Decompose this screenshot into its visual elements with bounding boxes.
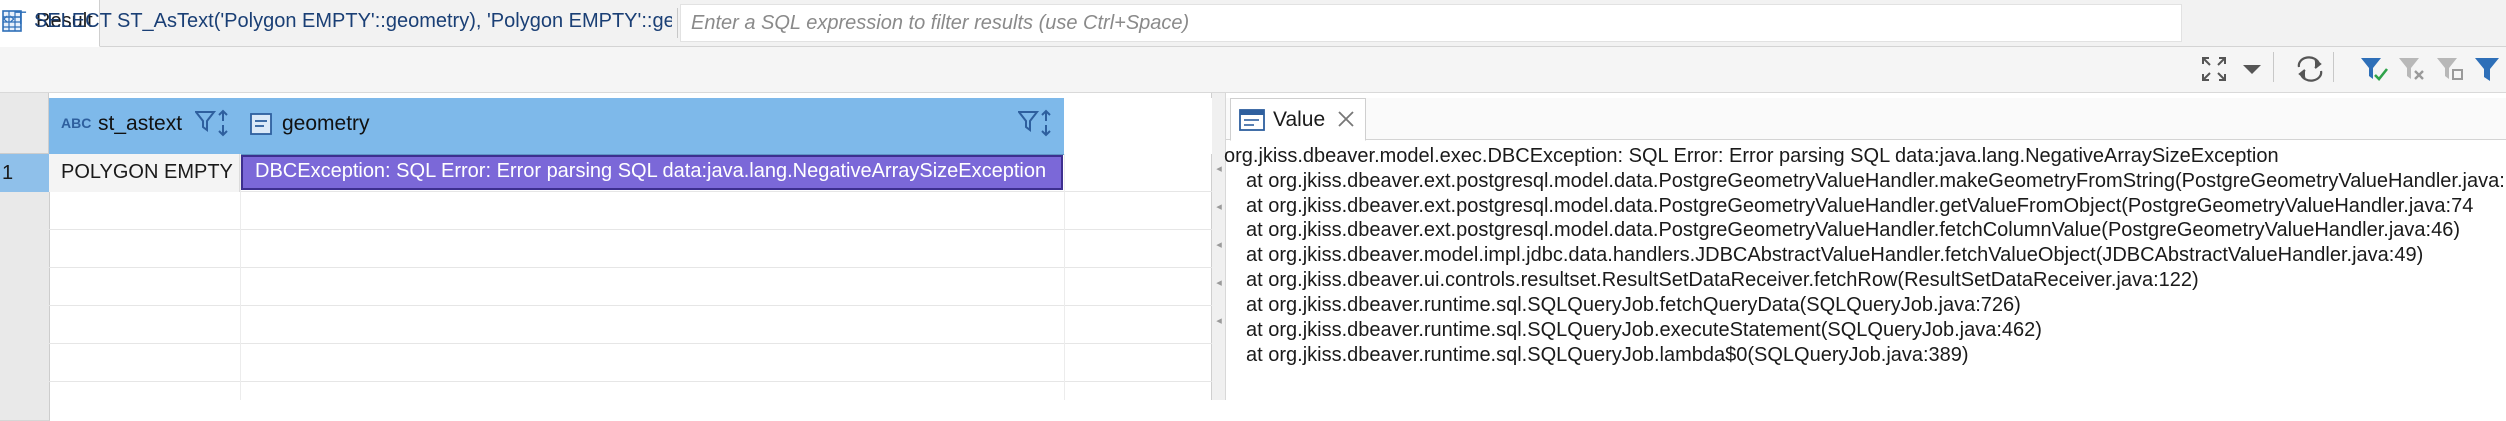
cell-st-astext[interactable]: POLYGON EMPTY xyxy=(49,154,240,192)
cell-geometry-selected[interactable]: DBCException: SQL Error: Error parsing S… xyxy=(241,155,1063,190)
active-query-text[interactable]: SELECT ST_AsText('Polygon EMPTY'::geomet… xyxy=(34,10,672,36)
stack-trace-line: at org.jkiss.dbeaver.model.impl.jdbc.dat… xyxy=(1246,244,2424,266)
divider xyxy=(677,8,678,38)
text-type-badge: ABC xyxy=(61,115,92,131)
column-label: geometry xyxy=(282,112,370,135)
grid-line xyxy=(1064,154,1065,400)
grid-line xyxy=(240,154,241,400)
row-number xyxy=(0,344,50,383)
maximize-icon[interactable] xyxy=(2197,52,2231,86)
header-filler xyxy=(1064,98,1212,154)
column-filter-icon[interactable] xyxy=(1016,110,1040,140)
value-panel-tab-bar xyxy=(1226,98,2506,140)
stack-trace-line: at org.jkiss.dbeaver.ui.controls.results… xyxy=(1246,269,2199,291)
grid-line xyxy=(49,305,1212,306)
filter-icon[interactable] xyxy=(2470,52,2504,86)
stack-trace-line: at org.jkiss.dbeaver.ext.postgresql.mode… xyxy=(1246,195,2474,217)
value-text-area[interactable]: org.jkiss.dbeaver.model.exec.DBCExceptio… xyxy=(1224,141,2506,400)
tab-value[interactable]: Value xyxy=(1230,98,1366,141)
grid-line xyxy=(49,267,1212,268)
grid-line xyxy=(49,343,1212,344)
grid-line xyxy=(49,381,1212,382)
row-number xyxy=(0,192,50,231)
geometry-type-icon xyxy=(250,113,272,141)
stack-trace-line: at org.jkiss.dbeaver.runtime.sql.SQLQuer… xyxy=(1246,319,2042,341)
grid-line xyxy=(49,229,1212,230)
sql-query-icon[interactable]: ‹›T xyxy=(2,9,32,33)
row-number xyxy=(0,306,50,345)
stack-trace-line: at org.jkiss.dbeaver.ext.postgresql.mode… xyxy=(1246,219,2460,241)
row-number-label: 1 xyxy=(2,162,14,184)
stack-trace-line: org.jkiss.dbeaver.model.exec.DBCExceptio… xyxy=(1224,145,2279,167)
row-number-header[interactable] xyxy=(0,93,49,154)
filter-settings-icon[interactable] xyxy=(2433,52,2467,86)
clear-filter-icon[interactable] xyxy=(2395,52,2429,86)
filter-expression-input[interactable] xyxy=(680,4,2182,42)
row-number xyxy=(0,268,50,307)
apply-filter-icon[interactable] xyxy=(2357,52,2391,86)
divider xyxy=(2273,52,2274,82)
column-label: st_astext xyxy=(98,112,183,135)
divider xyxy=(2333,52,2334,82)
close-icon[interactable] xyxy=(1337,110,1355,134)
column-header-geometry[interactable]: geometry xyxy=(240,98,1065,155)
row-number xyxy=(0,230,50,269)
row-number xyxy=(0,382,50,421)
tab-value-label: Value xyxy=(1273,108,1326,131)
sort-icon[interactable] xyxy=(1039,108,1053,144)
column-header-st-astext[interactable]: ABC st_astext xyxy=(49,98,241,155)
history-dropdown-icon[interactable] xyxy=(2235,52,2269,86)
row-number[interactable]: 1 xyxy=(0,154,50,193)
refresh-icon[interactable] xyxy=(2293,52,2327,86)
column-filter-icon[interactable] xyxy=(193,110,217,140)
value-panel-icon xyxy=(1239,109,1265,137)
filter-bar xyxy=(0,47,2506,93)
stack-trace-line: at org.jkiss.dbeaver.runtime.sql.SQLQuer… xyxy=(1246,344,1969,366)
sort-icon[interactable] xyxy=(216,108,230,144)
stack-trace-line: at org.jkiss.dbeaver.runtime.sql.SQLQuer… xyxy=(1246,294,2021,316)
stack-trace-line: at org.jkiss.dbeaver.ext.postgresql.mode… xyxy=(1246,170,2505,192)
